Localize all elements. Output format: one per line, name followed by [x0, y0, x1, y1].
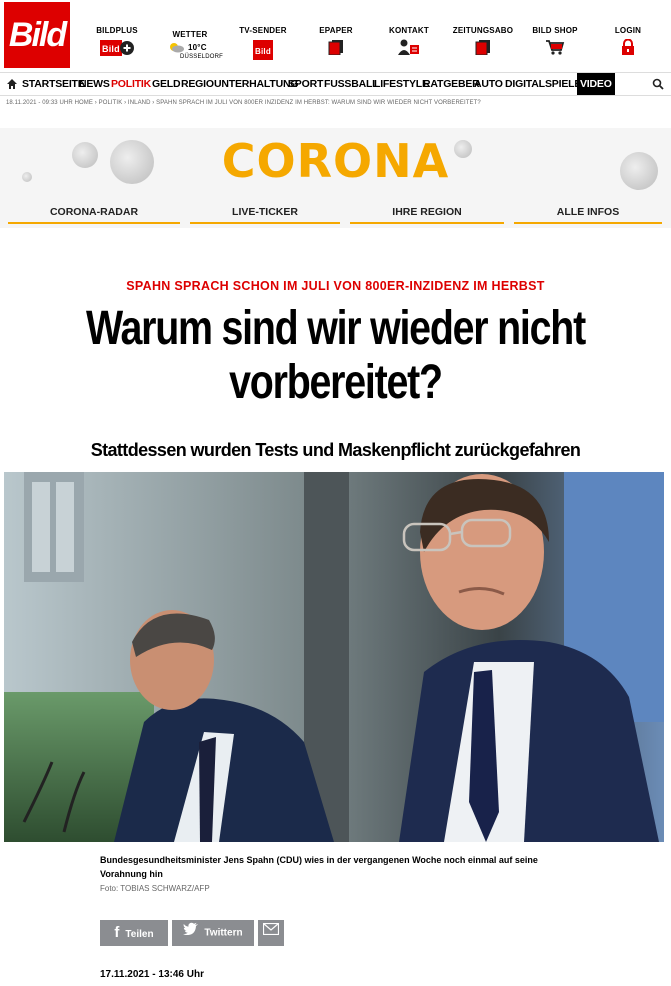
tv-icon: Bild [252, 39, 274, 63]
tool-label: BILDPLUS [96, 26, 138, 35]
nav-item-auto[interactable]: AUTO [474, 73, 503, 95]
nav-item-regio[interactable]: REGIO [181, 73, 214, 95]
nav-item-digital[interactable]: DIGITAL [505, 73, 545, 95]
epaper-icon [328, 39, 344, 57]
tool-label: ZEITUNGSABO [452, 26, 514, 35]
twitter-share-button[interactable]: Twittern [172, 920, 254, 946]
nav-item-unterhaltung[interactable]: UNTERHALTUNG [214, 73, 299, 95]
bild-logo[interactable]: Bild [4, 2, 70, 68]
tool-epaper[interactable]: EPAPER [316, 26, 356, 57]
tool-tv[interactable]: TV-SENDER Bild [238, 26, 288, 63]
article-kicker: SPAHN SPRACH SCHON IM JULI VON 800ER-INZ… [126, 279, 545, 293]
nav-item-politik[interactable]: POLITIK [111, 73, 151, 95]
email-share-button[interactable] [258, 920, 284, 946]
contact-icon [398, 39, 420, 57]
article-subhead: Stattdessen wurden Tests und Maskenpflic… [90, 440, 581, 460]
twitter-icon [183, 920, 199, 946]
photo-caption: Bundesgesundheitsminister Jens Spahn (CD… [100, 855, 538, 879]
nav-item-news[interactable]: NEWS [79, 73, 110, 95]
tool-label: LOGIN [614, 26, 642, 35]
headline-line-2: vorbereitet? [229, 356, 443, 409]
search-icon[interactable] [652, 73, 664, 95]
weather-icon [168, 41, 184, 55]
article-date: 17.11.2021 - 13:46 Uhr [100, 969, 204, 980]
nav-item-geld[interactable]: GELD [152, 73, 181, 95]
photo-credit: Foto: TOBIAS SCHWARZ/AFP [100, 884, 210, 893]
nav-item-sport[interactable]: SPORT [288, 73, 323, 95]
nav-item-video[interactable]: VIDEO [577, 73, 615, 95]
corona-radar-button[interactable]: CORONA-RADAR [8, 204, 180, 224]
tool-subscription[interactable]: ZEITUNGSABO [452, 26, 514, 57]
live-ticker-button[interactable]: LIVE-TICKER [190, 204, 340, 224]
tool-label: WETTER [172, 30, 208, 39]
article-photo[interactable] [4, 472, 664, 842]
home-icon[interactable] [6, 73, 18, 95]
tool-label: EPAPER [319, 26, 353, 35]
lock-icon [621, 38, 635, 57]
headline-line-1: Warum sind wir wieder nicht [86, 302, 586, 355]
nav-item-spiele[interactable]: SPIELE [545, 73, 581, 95]
mail-icon [262, 920, 280, 946]
article-headline: Warum sind wir wieder nicht vorbereitet? [69, 302, 603, 410]
facebook-share-label: Teilen [125, 929, 154, 940]
tool-label: KONTAKT [389, 26, 429, 35]
nav-item-ratgeber[interactable]: RATGEBER [423, 73, 480, 95]
tool-shop[interactable]: BILD SHOP [532, 26, 578, 57]
facebook-share-button[interactable]: f Teilen [100, 920, 168, 946]
tool-bildplus[interactable]: BILDPLUS Bild [96, 26, 138, 59]
photo-illustration [4, 472, 664, 842]
nav-item-fussball[interactable]: FUSSBALL [324, 73, 379, 95]
tool-label: TV-SENDER [239, 26, 287, 35]
svg-text:Bild: Bild [102, 44, 120, 54]
alle-infos-button[interactable]: ALLE INFOS [514, 204, 662, 224]
corona-banner: CORONA CORONA-RADAR LIVE-TICKER IHRE REG… [0, 128, 671, 228]
twitter-share-label: Twittern [204, 927, 243, 939]
cart-icon [545, 39, 565, 57]
main-navigation: STARTSEITE NEWS POLITIK GELD REGIO UNTER… [0, 72, 671, 96]
tool-login[interactable]: LOGIN [612, 26, 644, 57]
tool-weather[interactable]: WETTER 10°C DÜSSELDORF [166, 26, 223, 60]
svg-text:Bild: Bild [255, 47, 271, 56]
weather-temp: 10°C [188, 43, 207, 52]
corona-title: CORONA [221, 134, 450, 188]
nav-item-startseite[interactable]: STARTSEITE [22, 73, 85, 95]
newspaper-icon [475, 39, 491, 57]
bildplus-icon: Bild [100, 39, 134, 59]
weather-city: DÜSSELDORF [180, 54, 224, 60]
nav-item-lifestyle[interactable]: LIFESTYLE [374, 73, 429, 95]
tool-contact[interactable]: KONTAKT [386, 26, 432, 57]
breadcrumb[interactable]: 18.11.2021 - 09:33 UHR HOME › POLITIK › … [6, 100, 481, 106]
facebook-icon: f [114, 924, 120, 941]
top-bar: Bild BILDPLUS Bild WETTER 10°C DÜSSELDOR… [0, 0, 671, 72]
tool-label: BILD SHOP [532, 26, 578, 35]
ihre-region-button[interactable]: IHRE REGION [350, 204, 504, 224]
